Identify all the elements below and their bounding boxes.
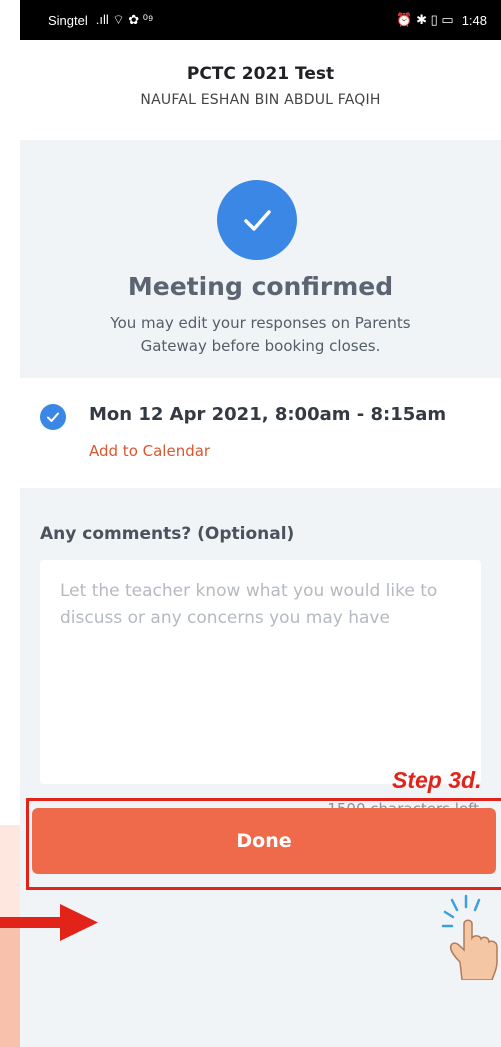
step-annotation-label: Step 3d.: [392, 767, 482, 793]
page-title: PCTC 2021 Test: [186, 64, 335, 84]
check-circle-icon: [217, 180, 297, 260]
booked-slot: Mon 12 Apr 2021, 8:00am - 8:15am Add to …: [20, 378, 501, 488]
add-to-calendar-link[interactable]: Add to Calendar: [89, 442, 210, 460]
phone-screen: Singtel .ıll ⌔ ✿ ⁰⁹ ⏰ ✱ ▯ ▭ 1:48 PCTC 20…: [20, 0, 501, 1047]
confirmation-heading: Meeting confirmed: [127, 272, 394, 301]
signal-wifi-icons: .ıll ⌔ ✿ ⁰⁹: [95, 12, 154, 27]
comments-label: Any comments? (Optional): [40, 524, 295, 544]
left-accent-panel-lower: [0, 928, 20, 1047]
confirmation-card: Meeting confirmed You may edit your resp…: [20, 140, 501, 378]
done-button[interactable]: Done: [32, 808, 496, 874]
page-header: PCTC 2021 Test NAUFAL ESHAN BIN ABDUL FA…: [20, 40, 501, 140]
confirmation-message: You may edit your responses on Parents G…: [110, 314, 411, 355]
status-bar-left: Singtel .ıll ⌔ ✿ ⁰⁹: [48, 12, 153, 28]
slot-time: Mon 12 Apr 2021, 8:00am - 8:15am: [89, 404, 447, 425]
student-name: NAUFAL ESHAN BIN ABDUL FAQIH: [140, 92, 381, 108]
slot-check-icon: [40, 404, 66, 430]
carrier-name: Singtel: [48, 12, 88, 28]
comments-input[interactable]: [40, 560, 481, 784]
tapping-hand-icon: [441, 894, 498, 980]
clock: 1:48: [461, 12, 487, 28]
status-bar-right: ⏰ ✱ ▯ ▭ 1:48: [396, 12, 487, 28]
status-bar: Singtel .ıll ⌔ ✿ ⁰⁹ ⏰ ✱ ▯ ▭ 1:48: [20, 0, 501, 40]
pointer-arrow-icon: [0, 904, 98, 941]
system-icons: ⏰ ✱ ▯ ▭: [396, 12, 454, 27]
